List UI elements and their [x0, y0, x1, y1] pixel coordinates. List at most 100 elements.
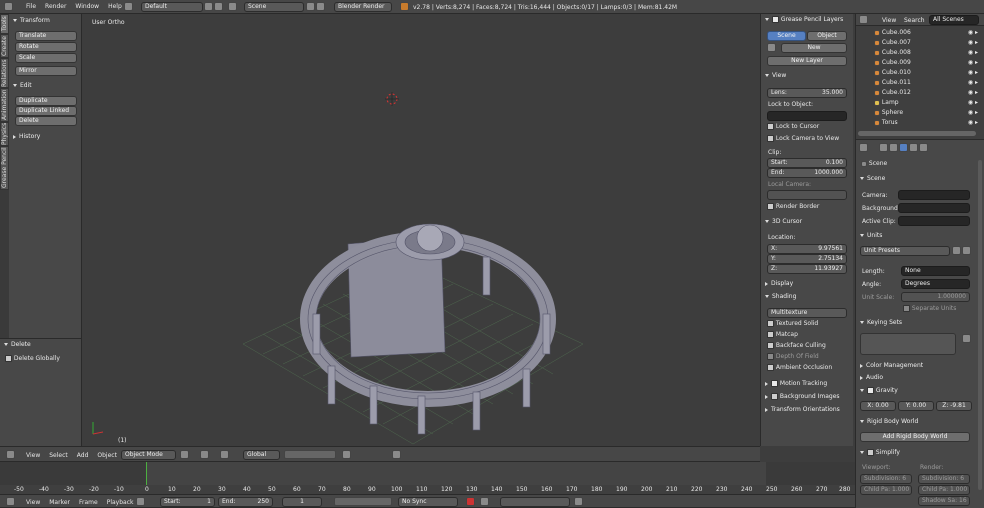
add-preset-icon[interactable]	[952, 246, 961, 255]
sync-select[interactable]: No Sync	[398, 497, 458, 507]
menu-window[interactable]: Window	[75, 3, 99, 10]
menu-view[interactable]: View	[26, 452, 40, 459]
display-header[interactable]: Display	[765, 280, 793, 287]
tab-create[interactable]: Create	[0, 34, 9, 58]
keying-set-field[interactable]	[500, 497, 570, 507]
render-tab-icon[interactable]	[879, 143, 888, 152]
keying-sets-header[interactable]: Keying Sets	[860, 319, 902, 326]
mirror-button[interactable]: Mirror	[15, 66, 77, 76]
screen-layout-icon[interactable]	[124, 2, 133, 11]
length-select[interactable]: None	[901, 266, 970, 276]
range-icon[interactable]	[136, 497, 145, 506]
checkbox[interactable]	[867, 449, 874, 456]
camera-field[interactable]	[898, 190, 970, 200]
menu-search[interactable]: Search	[904, 17, 925, 24]
viewport-subdivision-field[interactable]: Subdivision: 6	[860, 474, 912, 484]
shading-header[interactable]: Shading	[765, 293, 796, 300]
menu-frame[interactable]: Frame	[79, 499, 98, 506]
keying-icon[interactable]	[480, 497, 489, 506]
checkbox[interactable]	[767, 353, 774, 360]
remove-preset-icon[interactable]	[962, 246, 971, 255]
checkbox[interactable]	[767, 342, 774, 349]
list-item[interactable]: Cube.010 ◉ ▸	[874, 69, 978, 76]
3d-cursor-header[interactable]: 3D Cursor	[765, 218, 802, 225]
edit-header[interactable]: Edit	[13, 82, 32, 89]
separate-units-option[interactable]: Separate Units	[903, 305, 956, 312]
menu-file[interactable]: File	[26, 3, 36, 10]
audio-header[interactable]: Audio	[860, 374, 883, 381]
lock-cursor-option[interactable]: Lock to Cursor	[767, 123, 819, 130]
angle-select[interactable]: Degrees	[901, 279, 970, 289]
scene-icon[interactable]	[228, 2, 237, 11]
visibility-icon[interactable]: ◉ ▸	[968, 59, 978, 66]
gravity-x-field[interactable]: X: 0.00	[860, 401, 896, 411]
layout-close-icon[interactable]	[214, 2, 223, 11]
properties-scrollbar[interactable]	[978, 160, 982, 490]
object-tab-icon[interactable]	[919, 143, 928, 152]
menu-marker[interactable]: Marker	[49, 499, 70, 506]
tab-physics[interactable]: Physics	[0, 122, 9, 146]
cursor-z-field[interactable]: Z: 11.93927	[767, 264, 847, 274]
scale-button[interactable]: Scale	[15, 53, 77, 63]
visibility-icon[interactable]: ◉ ▸	[968, 29, 978, 36]
view-header[interactable]: View	[765, 72, 786, 79]
tab-animation[interactable]: Animation	[0, 88, 9, 122]
visibility-icon[interactable]: ◉ ▸	[968, 109, 978, 116]
scene-tab-icon[interactable]	[899, 143, 908, 152]
color-management-header[interactable]: Color Management	[860, 362, 923, 369]
visibility-icon[interactable]: ◉ ▸	[968, 49, 978, 56]
delete-button[interactable]: Delete	[15, 116, 77, 126]
cursor-x-field[interactable]: X: 9.97561	[767, 244, 847, 254]
layout-add-icon[interactable]	[204, 2, 213, 11]
pivot-icon[interactable]	[200, 450, 209, 459]
gravity-header[interactable]: Gravity	[860, 387, 898, 394]
editor-type-icon[interactable]	[859, 143, 868, 152]
layers-icon[interactable]	[284, 450, 336, 459]
checkbox[interactable]	[5, 355, 12, 362]
operator-header[interactable]: Delete	[4, 341, 31, 348]
list-item[interactable]: Cube.009 ◉ ▸	[874, 59, 978, 66]
menu-add[interactable]: Add	[77, 452, 89, 459]
mode-select[interactable]: Object Mode	[121, 450, 176, 460]
gp-scene-tab[interactable]: Scene	[767, 31, 806, 41]
checkbox[interactable]	[767, 364, 774, 371]
list-item[interactable]: Sphere ◉ ▸	[874, 109, 978, 116]
tab-grease-pencil[interactable]: Grease Pencil	[0, 146, 9, 190]
unit-scale-field[interactable]: 1.000000	[901, 292, 970, 302]
visibility-icon[interactable]: ◉ ▸	[968, 79, 978, 86]
render-border-option[interactable]: Render Border	[767, 203, 819, 210]
checkbox[interactable]	[767, 203, 774, 210]
list-item[interactable]: Torus ◉ ▸	[874, 119, 978, 126]
tab-relations[interactable]: Relations	[0, 58, 9, 88]
background-field[interactable]	[898, 203, 970, 213]
display-mode-select[interactable]: All Scenes	[929, 15, 979, 25]
world-tab-icon[interactable]	[909, 143, 918, 152]
units-header[interactable]: Units	[860, 232, 882, 239]
menu-help[interactable]: Help	[108, 3, 122, 10]
pin-icon[interactable]	[861, 160, 867, 167]
menu-object[interactable]: Object	[97, 452, 117, 459]
layers-tab-icon[interactable]	[889, 143, 898, 152]
checkbox[interactable]	[767, 331, 774, 338]
current-frame-field[interactable]: 1	[282, 497, 322, 507]
layout-select[interactable]: Default	[141, 2, 203, 12]
cursor-y-field[interactable]: Y: 2.75134	[767, 254, 847, 264]
depth-of-field-option[interactable]: Depth Of Field	[767, 353, 819, 360]
clip-start-field[interactable]: Start: 0.100	[767, 158, 847, 168]
list-item[interactable]: Cube.011 ◉ ▸	[874, 79, 978, 86]
visibility-icon[interactable]: ◉ ▸	[968, 69, 978, 76]
insert-keyframe-icon[interactable]	[574, 497, 583, 506]
scene-header[interactable]: Scene	[860, 175, 885, 182]
rotate-button[interactable]: Rotate	[15, 42, 77, 52]
render-preview-icon[interactable]	[392, 450, 401, 459]
checkbox[interactable]	[772, 16, 779, 23]
manipulator-icon[interactable]	[220, 450, 229, 459]
gravity-z-field[interactable]: Z: -9.81	[936, 401, 972, 411]
checkbox[interactable]	[771, 380, 778, 387]
lens-field[interactable]: Lens: 35.000	[767, 88, 847, 98]
list-item[interactable]: Cube.008 ◉ ▸	[874, 49, 978, 56]
shadow-samples-field[interactable]: Shadow Sa: 16	[918, 496, 970, 506]
lock-camera-option[interactable]: Lock Camera to View	[767, 135, 839, 142]
matcap-option[interactable]: Matcap	[767, 331, 798, 338]
scene-add-icon[interactable]	[306, 2, 315, 11]
